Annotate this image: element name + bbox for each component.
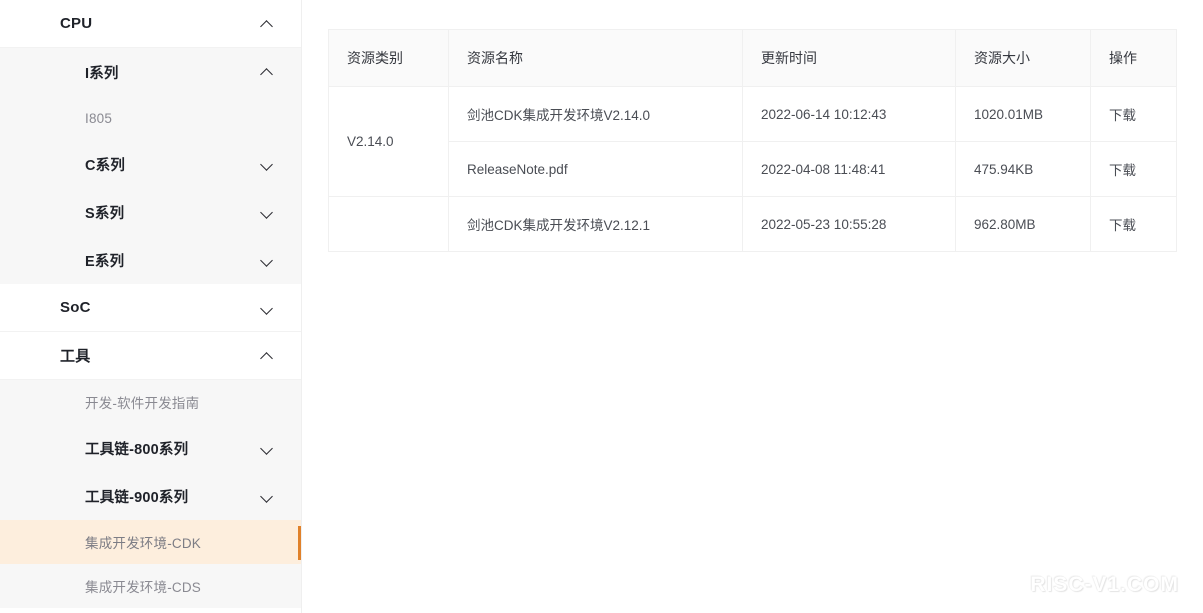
chevron-down-icon[interactable] [260, 489, 274, 503]
sidebar-item-label: S系列 [85, 205, 125, 222]
sidebar-item-s-series[interactable]: S系列 [0, 188, 301, 236]
cell-resource-name: 剑池CDK集成开发环境V2.14.0 [448, 86, 743, 142]
main-content: 资源类别 资源名称 更新时间 资源大小 操作 V2.14.0 剑池CDK集成开发… [302, 0, 1203, 613]
column-header-name[interactable]: 资源名称 [448, 29, 743, 87]
sidebar-submenu-cpu: I系列 I805 C系列 S系列 E系列 [0, 48, 301, 284]
cell-resource-size: 1020.01MB [955, 86, 1091, 142]
table-header: 资源类别 资源名称 更新时间 资源大小 操作 [328, 29, 1177, 87]
sidebar-item-toolchain-800[interactable]: 工具链-800系列 [0, 424, 301, 472]
table-row: ReleaseNote.pdf 2022-04-08 11:48:41 475.… [329, 141, 1177, 197]
sidebar-item-dev-guide[interactable]: 开发-软件开发指南 [0, 380, 301, 424]
table-body: V2.14.0 剑池CDK集成开发环境V2.14.0 2022-06-14 10… [328, 86, 1177, 252]
cell-category: V2.14.0 [328, 86, 449, 197]
sidebar-item-label: 工具链-900系列 [85, 489, 189, 506]
sidebar: CPU I系列 I805 C系列 S系列 E系列 SoC 工具 开发-软件开发指… [0, 0, 302, 613]
sidebar-group-soc: SoC [0, 284, 301, 332]
cell-action: 下载 [1090, 141, 1177, 197]
chevron-down-icon[interactable] [260, 301, 274, 315]
chevron-up-icon[interactable] [260, 349, 274, 363]
sidebar-scroll-area[interactable]: CPU I系列 I805 C系列 S系列 E系列 SoC 工具 开发-软件开发指… [0, 0, 301, 608]
sidebar-item-label: I系列 [85, 65, 119, 82]
sidebar-item-label: E系列 [85, 253, 125, 270]
sidebar-item-i-series[interactable]: I系列 [0, 48, 301, 96]
chevron-down-icon[interactable] [260, 205, 274, 219]
cell-resource-size: 475.94KB [955, 141, 1091, 197]
cell-resource-name: ReleaseNote.pdf [448, 141, 743, 197]
sidebar-submenu-tools: 开发-软件开发指南 工具链-800系列 工具链-900系列 集成开发环境-CDK [0, 380, 301, 608]
sidebar-item-label: 集成开发环境-CDK [85, 536, 201, 551]
cell-action: 下载 [1090, 196, 1177, 252]
chevron-up-icon[interactable] [260, 65, 274, 79]
sidebar-item-e-series[interactable]: E系列 [0, 236, 301, 284]
column-header-action[interactable]: 操作 [1090, 29, 1177, 87]
sidebar-group-cpu: CPU I系列 I805 C系列 S系列 E系列 [0, 0, 301, 284]
column-header-size[interactable]: 资源大小 [955, 29, 1091, 87]
table-row: 剑池CDK集成开发环境V2.12.1 2022-05-23 10:55:28 9… [328, 196, 1177, 252]
sidebar-item-ide-cds[interactable]: 集成开发环境-CDS [0, 564, 301, 608]
cell-updated-time: 2022-06-14 10:12:43 [742, 86, 956, 142]
cell-resource-size: 962.80MB [955, 196, 1091, 252]
sidebar-item-label: SoC [60, 299, 91, 316]
sidebar-item-soc[interactable]: SoC [0, 284, 301, 332]
sidebar-item-label: I805 [85, 110, 113, 126]
sidebar-item-cpu[interactable]: CPU [0, 0, 301, 48]
sidebar-item-c-series[interactable]: C系列 [0, 140, 301, 188]
sidebar-item-label: CPU [60, 15, 93, 32]
cell-category [328, 196, 449, 252]
cell-updated-time: 2022-05-23 10:55:28 [742, 196, 956, 252]
download-link[interactable]: 下载 [1109, 108, 1136, 123]
sidebar-item-ide-cdk[interactable]: 集成开发环境-CDK [0, 520, 301, 564]
sidebar-item-toolchain-900[interactable]: 工具链-900系列 [0, 472, 301, 520]
sidebar-item-label: 工具 [60, 348, 91, 365]
download-link[interactable]: 下载 [1109, 163, 1136, 178]
sidebar-item-label: C系列 [85, 157, 126, 174]
chevron-down-icon[interactable] [260, 441, 274, 455]
cell-resource-name: 剑池CDK集成开发环境V2.12.1 [448, 196, 743, 252]
table-header-row: 资源类别 资源名称 更新时间 资源大小 操作 [328, 29, 1177, 87]
chevron-down-icon[interactable] [260, 157, 274, 171]
chevron-up-icon[interactable] [260, 17, 274, 31]
column-header-updated[interactable]: 更新时间 [742, 29, 956, 87]
column-header-category[interactable]: 资源类别 [328, 29, 449, 87]
sidebar-item-tools[interactable]: 工具 [0, 332, 301, 380]
cell-action: 下载 [1090, 86, 1177, 142]
site-watermark: RISC-V1.COM [1030, 573, 1179, 596]
chevron-down-icon[interactable] [260, 253, 274, 267]
sidebar-item-label: 开发-软件开发指南 [85, 396, 200, 411]
cell-updated-time: 2022-04-08 11:48:41 [742, 141, 956, 197]
resource-table: 资源类别 资源名称 更新时间 资源大小 操作 V2.14.0 剑池CDK集成开发… [328, 29, 1177, 252]
sidebar-item-label: 工具链-800系列 [85, 441, 189, 458]
table-row: V2.14.0 剑池CDK集成开发环境V2.14.0 2022-06-14 10… [328, 86, 1177, 197]
page-root: CPU I系列 I805 C系列 S系列 E系列 SoC 工具 开发-软件开发指… [0, 0, 1203, 613]
sidebar-item-label: 集成开发环境-CDS [85, 580, 201, 595]
sidebar-group-tools: 工具 开发-软件开发指南 工具链-800系列 工具链-900系列 集成开发环境-… [0, 332, 301, 608]
download-link[interactable]: 下载 [1109, 218, 1136, 233]
sidebar-item-i805[interactable]: I805 [0, 96, 301, 140]
